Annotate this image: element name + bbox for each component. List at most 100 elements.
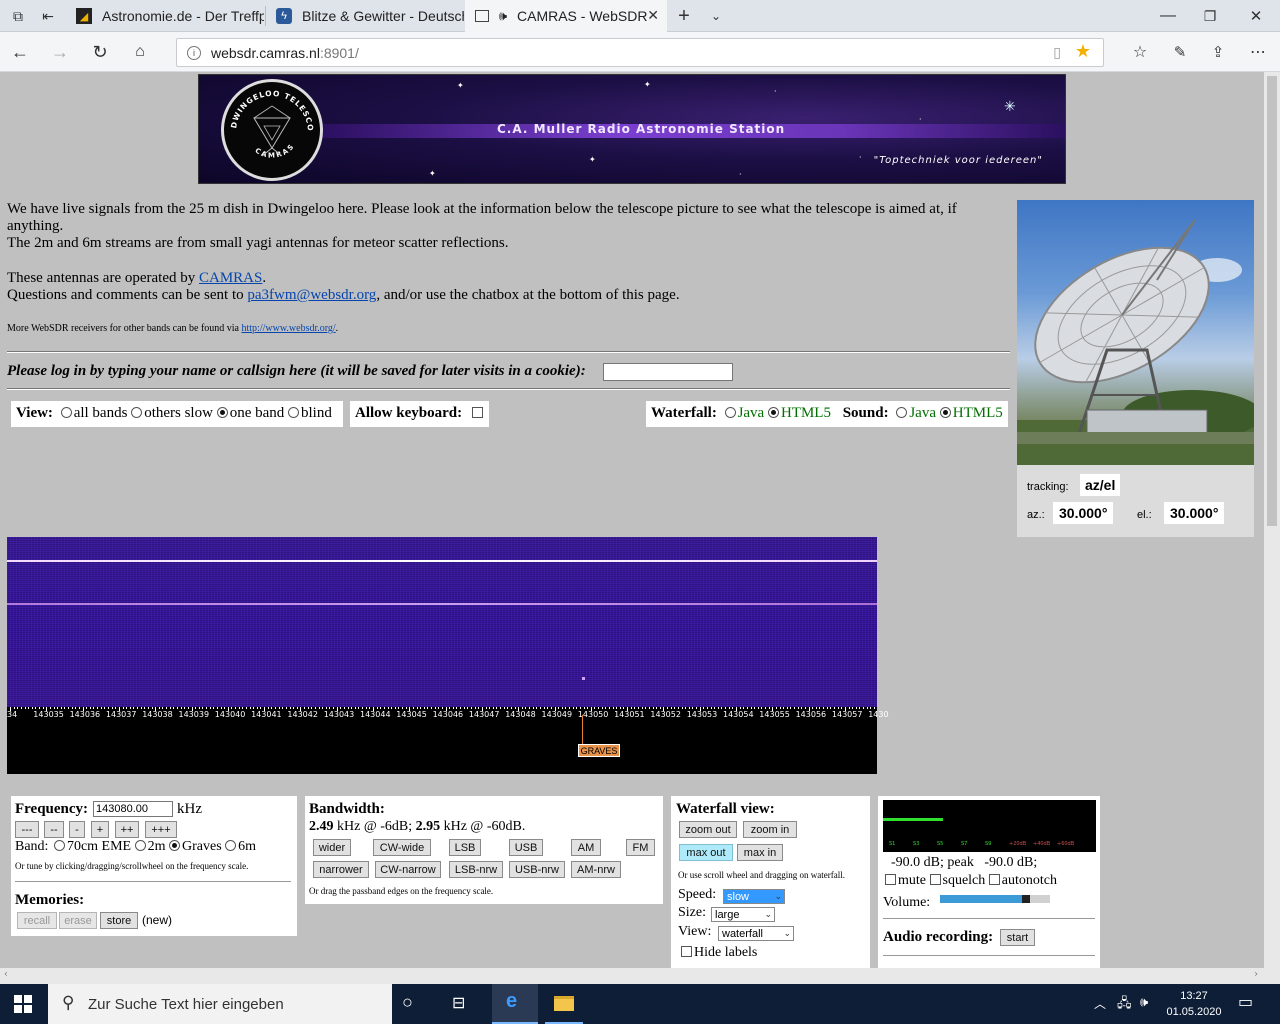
cw-wide-button[interactable]: CW-wide <box>373 839 431 856</box>
forward-icon[interactable]: → <box>48 40 72 64</box>
windows-start-icon[interactable] <box>14 995 32 1013</box>
view-blind-radio[interactable] <box>288 407 300 418</box>
fm-button[interactable]: FM <box>626 839 655 856</box>
frequency-scale[interactable]: 34 143035 143036 143037 143038 143039 143040 14… <box>7 707 889 774</box>
explorer-taskbar-button[interactable] <box>545 984 583 1024</box>
band-70cm-radio[interactable] <box>53 840 65 851</box>
camras-link[interactable]: CAMRAS <box>199 270 262 286</box>
scroll-right-icon[interactable]: › <box>1254 969 1258 980</box>
tab-astronomie[interactable]: ◢ Astronomie.de - Der Treffpu <box>66 0 264 32</box>
tune-down-2-button[interactable]: -- <box>44 821 64 838</box>
am-button[interactable]: AM <box>571 839 601 856</box>
restore-icon[interactable]: ❐ <box>1198 4 1222 28</box>
tune-up-3-button[interactable]: +++ <box>145 821 177 838</box>
share-icon[interactable]: ⇪ <box>1206 40 1230 64</box>
cortana-icon[interactable]: ○ <box>402 992 413 1013</box>
size-select[interactable]: large ⌄ <box>711 907 775 922</box>
band-6m-radio[interactable] <box>225 840 237 851</box>
vertical-scrollbar[interactable] <box>1264 72 1280 968</box>
set-aside-tabs-icon[interactable]: ⇤ <box>36 4 60 28</box>
websdr-org-link[interactable]: http://www.websdr.org/ <box>242 323 336 334</box>
reading-view-icon[interactable]: ▯ <box>1053 44 1061 61</box>
tray-chevron-icon[interactable]: ︿ <box>1094 995 1106 1012</box>
band-graves-radio[interactable] <box>169 840 180 851</box>
volume-tray-icon[interactable]: 🕪 <box>1140 994 1148 1010</box>
task-view-icon[interactable]: ⊟ <box>452 993 465 1013</box>
waterfall-java-radio[interactable] <box>724 407 736 418</box>
am-nrw-button[interactable]: AM-nrw <box>571 861 621 878</box>
graves-marker[interactable]: GRAVES <box>578 744 620 757</box>
squelch-checkbox[interactable] <box>929 874 941 885</box>
notifications-icon[interactable]: ▭ <box>1238 992 1253 1012</box>
hide-labels-checkbox[interactable] <box>681 946 692 957</box>
narrower-button[interactable]: narrower <box>313 861 369 878</box>
wider-button[interactable]: wider <box>313 839 351 856</box>
scroll-left-icon[interactable]: ‹ <box>4 969 8 980</box>
recall-button[interactable]: recall <box>17 912 57 929</box>
new-tab-icon[interactable]: + <box>672 4 696 28</box>
zoom-out-button[interactable]: zoom out <box>679 821 737 838</box>
erase-button[interactable]: erase <box>59 912 97 929</box>
tune-up-1-button[interactable]: + <box>91 821 109 838</box>
favorites-icon[interactable]: ☆ <box>1128 40 1152 64</box>
pen-icon[interactable]: ✎ <box>1168 40 1192 64</box>
frequency-input[interactable] <box>93 801 173 817</box>
waterfall-html5-radio[interactable] <box>767 407 779 418</box>
allow-keyboard-checkbox[interactable] <box>471 407 483 418</box>
speaker-icon[interactable]: 🕪 <box>495 8 511 24</box>
view-all-bands-radio[interactable] <box>60 407 72 418</box>
more-icon[interactable]: ⋯ <box>1246 40 1270 64</box>
scale-tick <box>543 707 545 709</box>
tune-down-3-button[interactable]: --- <box>15 821 39 838</box>
max-in-button[interactable]: max in <box>737 844 783 861</box>
tab-camras-websdr[interactable]: 🕪 CAMRAS - WebSDR ✕ <box>465 0 667 32</box>
view-others-slow-radio[interactable] <box>131 407 143 418</box>
frequency-label: Frequency: <box>15 801 89 817</box>
scale-tick <box>645 707 647 709</box>
tune-down-1-button[interactable]: - <box>69 821 85 838</box>
mute-checkbox[interactable] <box>885 874 896 885</box>
info-icon[interactable]: i <box>187 45 201 60</box>
sound-html5-radio[interactable] <box>939 407 951 418</box>
volume-thumb[interactable] <box>1021 895 1030 903</box>
tab-actions-icon[interactable]: ⧉ <box>6 4 30 28</box>
speed-select[interactable]: slow ⌄ <box>723 889 785 904</box>
tune-up-2-button[interactable]: ++ <box>115 821 139 838</box>
back-icon[interactable]: ← <box>8 40 32 64</box>
band-2m-radio[interactable] <box>134 840 146 851</box>
horizontal-scrollbar[interactable]: ‹ › <box>0 968 1264 984</box>
usb-nrw-button[interactable]: USB-nrw <box>509 861 565 878</box>
clock[interactable]: 13:27 01.05.2020 <box>1162 988 1226 1020</box>
window-close-icon[interactable]: ✕ <box>1244 4 1268 28</box>
edge-taskbar-button[interactable]: e <box>492 984 538 1024</box>
waterfall-display[interactable] <box>7 537 877 707</box>
callsign-input[interactable] <box>603 363 733 381</box>
network-icon[interactable]: 🖧 <box>1117 994 1132 1016</box>
max-out-button[interactable]: max out <box>679 844 733 861</box>
view-one-band-radio[interactable] <box>216 407 228 418</box>
favorite-star-icon[interactable]: ★ <box>1075 41 1091 62</box>
store-button[interactable]: store <box>100 912 138 929</box>
email-link[interactable]: pa3fwm@websdr.org <box>247 287 376 303</box>
autonotch-checkbox[interactable] <box>988 874 1000 885</box>
view-mode-select[interactable]: waterfall ⌄ <box>718 926 794 941</box>
zoom-in-button[interactable]: zoom in <box>743 821 797 838</box>
taskbar-search-box[interactable]: ⚲ Zur Suche Text hier eingeben <box>48 984 392 1024</box>
scale-tick <box>365 707 367 709</box>
minimize-icon[interactable]: — <box>1156 4 1180 28</box>
scrollbar-thumb[interactable] <box>1267 76 1277 526</box>
scale-tick <box>256 707 258 709</box>
lsb-button[interactable]: LSB <box>449 839 481 856</box>
usb-button[interactable]: USB <box>509 839 543 856</box>
url-input[interactable]: i websdr.camras.nl:8901/ ▯ ★ <box>176 38 1104 67</box>
refresh-icon[interactable]: ↻ <box>88 40 112 64</box>
sound-java-radio[interactable] <box>896 407 908 418</box>
volume-slider[interactable] <box>940 895 1050 903</box>
tab-blitzortung[interactable]: ϟ Blitze & Gewitter - Deutschl <box>266 0 464 32</box>
recording-start-button[interactable]: start <box>1000 929 1035 946</box>
lsb-nrw-button[interactable]: LSB-nrw <box>449 861 503 878</box>
tab-list-chevron-icon[interactable]: ⌄ <box>704 4 728 28</box>
close-tab-icon[interactable]: ✕ <box>647 7 659 24</box>
home-icon[interactable]: ⌂ <box>128 40 152 64</box>
cw-narrow-button[interactable]: CW-narrow <box>375 861 441 878</box>
